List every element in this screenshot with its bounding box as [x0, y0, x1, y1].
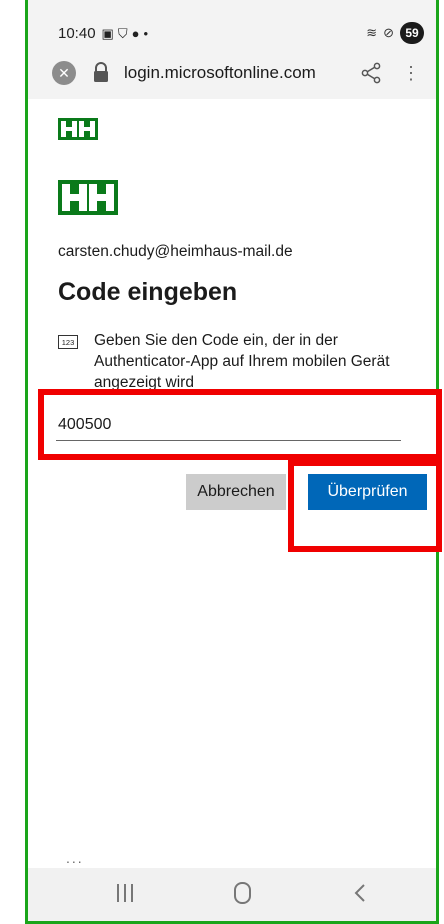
- back-icon[interactable]: [353, 884, 367, 902]
- recent-apps-icon[interactable]: [117, 884, 133, 902]
- battery-icon: 59: [400, 22, 424, 44]
- close-tab-icon[interactable]: ✕: [52, 61, 76, 85]
- page-title: Code eingeben: [58, 278, 238, 306]
- instruction-row: 123 Geben Sie den Code ein, der in der A…: [58, 330, 428, 393]
- keypad-icon: 123: [58, 335, 78, 349]
- account-icon: ●: [131, 26, 140, 41]
- company-logo: [58, 180, 118, 215]
- highlight-box-code: [38, 389, 442, 460]
- home-icon[interactable]: [234, 882, 251, 904]
- browser-chrome: 10:40 ▣ ⛉ ● • ≋ ⊘ 59 ✕ login.microsofton…: [28, 0, 436, 99]
- url-text[interactable]: login.microsoftonline.com: [124, 63, 316, 83]
- system-nav-bar: [28, 868, 436, 921]
- company-logo-small: [58, 118, 98, 140]
- screenshot-icon: ▣: [101, 25, 114, 41]
- account-email: carsten.chudy@heimhaus-mail.de: [58, 243, 293, 260]
- share-icon[interactable]: [358, 60, 384, 86]
- url-bar: ✕ login.microsoftonline.com ⋮: [52, 57, 426, 89]
- status-bar-right: ≋ ⊘ 59: [366, 22, 424, 44]
- status-time: 10:40: [58, 25, 96, 42]
- notification-icons: ▣ ⛉ ● •: [102, 26, 148, 42]
- cancel-button[interactable]: Abbrechen: [186, 474, 286, 510]
- status-bar-left: 10:40 ▣ ⛉ ● •: [58, 25, 148, 42]
- shield-icon: ⛉: [117, 25, 128, 41]
- wifi-icon: ≋: [366, 25, 378, 40]
- highlight-box-verify: [288, 460, 442, 552]
- more-options-icon[interactable]: ⋮: [402, 60, 420, 86]
- dot-icon: •: [143, 26, 149, 41]
- lock-icon[interactable]: [92, 62, 110, 84]
- instruction-text: Geben Sie den Code ein, der in der Authe…: [94, 332, 390, 391]
- dnd-icon: ⊘: [383, 25, 394, 40]
- more-dots[interactable]: ...: [66, 850, 84, 866]
